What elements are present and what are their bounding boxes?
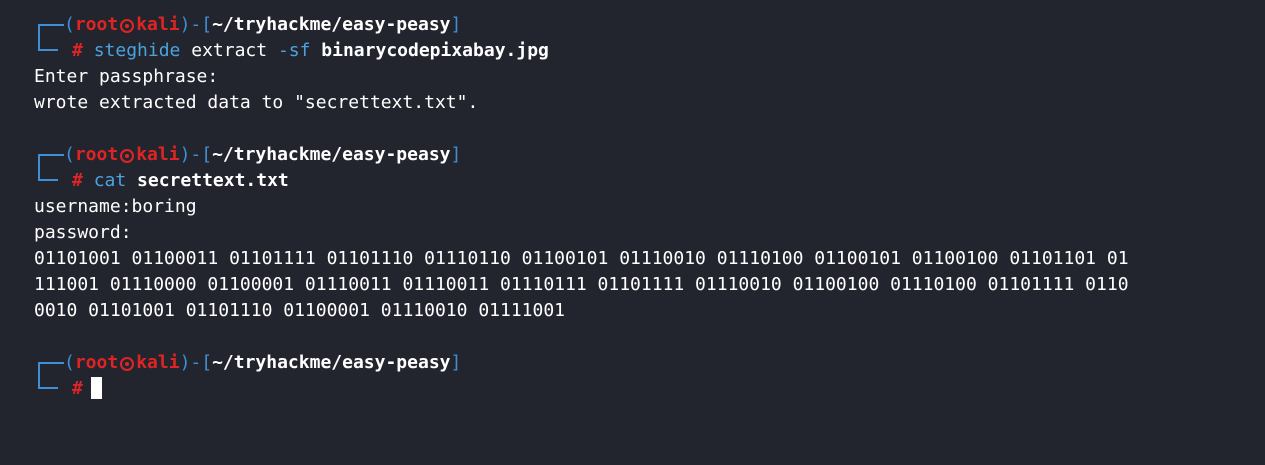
command-file: secrettext.txt: [137, 170, 289, 191]
prompt-host: kali: [136, 14, 180, 35]
output-line: 01101001 01100011 01101111 01101110 0111…: [34, 248, 1129, 269]
prompt-header: (root kali)-[~/tryhackme/easy-peasy]: [34, 142, 1265, 170]
command-arg: extract: [191, 40, 268, 61]
prompt-host: kali: [136, 144, 180, 165]
prompt-header: (root kali)-[~/tryhackme/easy-peasy]: [34, 350, 1265, 378]
prompt-directory: ~/tryhackme/easy-peasy: [212, 352, 451, 373]
active-command-line[interactable]: #: [34, 376, 1265, 402]
output-line: password:: [34, 222, 132, 243]
command-line: # steghide extract -sf binarycodepixabay…: [34, 38, 1265, 64]
command-line: # cat secrettext.txt: [34, 168, 1265, 194]
terminal-window[interactable]: (root kali)-[~/tryhackme/easy-peasy] # st…: [0, 0, 1265, 402]
prompt-symbol: #: [72, 378, 83, 399]
command-name: cat: [93, 170, 127, 191]
prompt-corner-bottom: [38, 38, 58, 51]
kali-skull-icon: [120, 149, 135, 163]
prompt-user: root: [74, 352, 119, 373]
prompt-corner-bottom: [38, 376, 58, 389]
prompt-directory: ~/tryhackme/easy-peasy: [212, 144, 451, 165]
command-flag: -sf: [277, 40, 311, 61]
output-line: Enter passphrase:: [34, 66, 219, 87]
prompt-header: (root kali)-[~/tryhackme/easy-peasy]: [34, 12, 1265, 40]
prompt-corner-bottom: [38, 168, 58, 181]
prompt-user: root: [74, 144, 119, 165]
output-line: 0010 01101001 01101110 01100001 01110010…: [34, 300, 566, 321]
prompt-symbol: #: [72, 40, 83, 61]
prompt-directory: ~/tryhackme/easy-peasy: [212, 14, 451, 35]
command-name: steghide: [93, 40, 181, 61]
kali-skull-icon: [120, 357, 135, 371]
prompt-host: kali: [136, 352, 180, 373]
output-line: 111001 01110000 01100001 01110011 011100…: [34, 274, 1129, 295]
text-cursor[interactable]: [90, 377, 102, 399]
command-file: binarycodepixabay.jpg: [321, 40, 549, 61]
kali-skull-icon: [120, 19, 135, 33]
prompt-symbol: #: [72, 170, 83, 191]
output-line: wrote extracted data to "secrettext.txt"…: [34, 92, 479, 113]
output-line: username:boring: [34, 196, 197, 217]
prompt-user: root: [74, 14, 119, 35]
